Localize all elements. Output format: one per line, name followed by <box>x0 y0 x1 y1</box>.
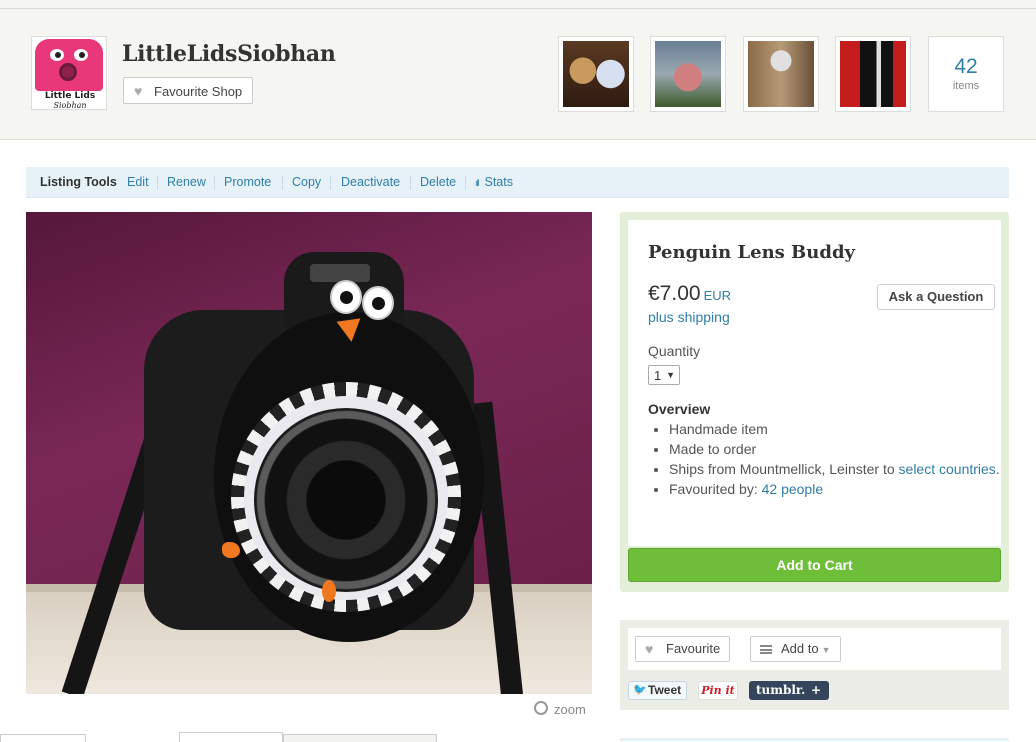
items-count: 42 <box>954 55 978 78</box>
add-to-cart-button[interactable]: Add to Cart <box>628 548 1001 582</box>
price-value: €7.00 <box>648 282 701 305</box>
divider <box>465 176 466 190</box>
social-actions: ♥ Favourite Add to ▼ <box>628 628 1001 670</box>
favourited-by-text: Favourited by: <box>669 481 762 497</box>
shop-name[interactable]: LittleLidsSiobhan <box>122 41 336 67</box>
ships-from-text: Ships from Mountmellick, Leinster to <box>669 461 899 477</box>
shop-thumbnail[interactable] <box>743 36 819 112</box>
list-icon <box>760 645 772 654</box>
shop-items-count[interactable]: 42 items <box>928 36 1004 112</box>
favourite-button[interactable]: ♥ Favourite <box>635 636 731 662</box>
shop-thumbnail[interactable] <box>558 36 634 112</box>
delete-link[interactable]: Delete <box>420 167 456 198</box>
pin-it-button[interactable]: Pin it <box>698 681 738 700</box>
logo-text-2: Siobhan <box>53 101 87 110</box>
zoom-button[interactable]: zoom <box>534 700 586 717</box>
stats-icon: ıll <box>475 178 479 188</box>
add-to-list-button[interactable]: Add to ▼ <box>750 636 841 662</box>
heart-icon: ♥ <box>134 83 143 99</box>
tweet-button[interactable]: 🐦 Tweet <box>628 681 687 700</box>
quantity-select[interactable]: 1 ▼ <box>648 365 680 385</box>
favourite-shop-button[interactable]: ♥ Favourite Shop <box>123 77 254 104</box>
heart-icon: ♥ <box>645 641 654 657</box>
renew-link[interactable]: Renew <box>167 167 206 198</box>
price-currency: EUR <box>703 288 732 303</box>
list-item: Favourited by: 42 people <box>669 479 1014 499</box>
shop-thumbnail[interactable] <box>835 36 911 112</box>
deactivate-link[interactable]: Deactivate <box>341 167 400 198</box>
product-image[interactable] <box>26 212 592 694</box>
favourited-people-link[interactable]: 42 people <box>762 481 824 497</box>
product-price: €7.00 EUR <box>648 282 731 306</box>
quantity-label: Quantity <box>648 343 701 359</box>
logo-eye-left <box>50 49 64 61</box>
buy-panel: Penguin Lens Buddy €7.00 EUR plus shippin… <box>620 212 1009 592</box>
overview-list: Handmade item Made to order Ships from M… <box>648 419 1014 499</box>
overview-title: Overview <box>648 401 711 417</box>
ships-from-suffix: . <box>995 461 1000 477</box>
divider <box>410 176 411 190</box>
header-divider <box>0 8 1036 9</box>
add-to-label: Add to <box>781 641 819 656</box>
shop-thumbnail[interactable] <box>650 36 726 112</box>
copy-link[interactable]: Copy <box>292 167 321 198</box>
caret-down-icon: ▼ <box>821 645 831 655</box>
logo-eye-right <box>74 49 88 61</box>
listing-tools-title: Listing Tools <box>40 175 117 189</box>
caret-down-icon: ▼ <box>666 370 675 380</box>
divider <box>214 176 215 190</box>
promote-link[interactable]: Promote <box>224 167 271 198</box>
quantity-value: 1 <box>654 368 662 383</box>
edit-link[interactable]: Edit <box>127 167 149 198</box>
shipping-link[interactable]: plus shipping <box>648 309 730 325</box>
tumblr-label: tumblr. <box>756 683 806 697</box>
logo-nose <box>59 63 77 81</box>
favourite-shop-label: Favourite Shop <box>154 84 243 99</box>
shop-logo[interactable]: Little Lids Siobhan <box>31 36 107 110</box>
shop-header: Little Lids Siobhan LittleLidsSiobhan ♥ … <box>0 0 1036 140</box>
tweet-label: Tweet <box>648 683 682 697</box>
listing-tools-bar: Listing Tools Edit Renew Promote Copy De… <box>26 167 1009 198</box>
select-countries-link[interactable]: select countries <box>899 461 996 477</box>
social-panel: ♥ Favourite Add to ▼ 🐦 Tweet Pin it tumblr.… <box>620 620 1009 710</box>
divider <box>282 176 283 190</box>
stats-label: Stats <box>484 175 514 189</box>
product-title: Penguin Lens Buddy <box>648 242 855 263</box>
items-label: items <box>952 80 980 92</box>
divider <box>157 176 158 190</box>
list-item: Made to order <box>669 439 1014 459</box>
zoom-label: zoom <box>554 702 586 717</box>
list-item: Handmade item <box>669 419 1014 439</box>
stats-link[interactable]: ıll Stats <box>475 167 513 199</box>
tumblr-button[interactable]: tumblr. + <box>749 681 829 700</box>
divider <box>330 176 331 190</box>
magnifier-icon <box>534 701 548 715</box>
plus-icon: + <box>810 683 821 697</box>
list-item: Ships from Mountmellick, Leinster to sel… <box>669 459 1014 479</box>
product-info-card: Penguin Lens Buddy €7.00 EUR plus shippin… <box>628 220 1001 546</box>
ask-question-button[interactable]: Ask a Question <box>877 284 995 310</box>
twitter-bird-icon: 🐦 <box>633 684 647 696</box>
favourite-label: Favourite <box>666 641 721 656</box>
logo-text-1: Little Lids <box>44 91 96 101</box>
